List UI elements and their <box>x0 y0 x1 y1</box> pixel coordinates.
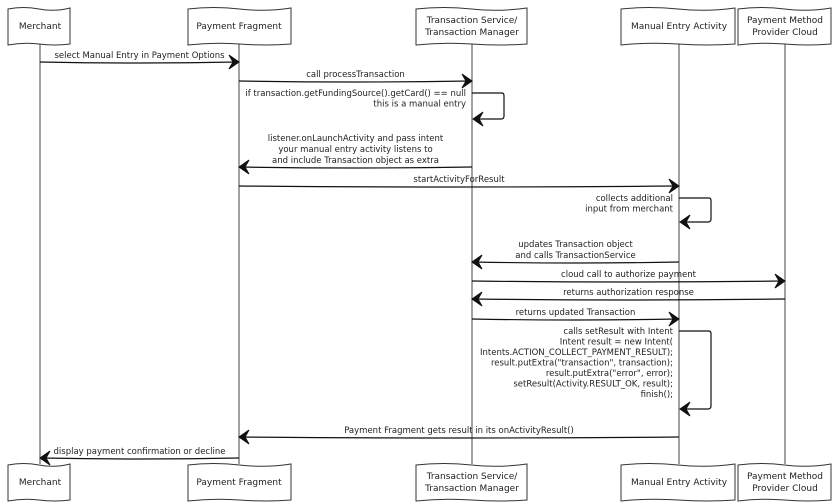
participant-label: Manual Entry Activity <box>631 22 728 32</box>
participant-label: Payment Fragment <box>196 22 282 32</box>
message-line <box>39 61 238 64</box>
message-3: if transaction.getFundingSource().getCar… <box>245 89 505 127</box>
participant-merchant-top: Merchant <box>7 7 71 46</box>
message-line <box>41 457 240 460</box>
sequence-diagram: Merchant Merchant Payment Fragment Payment … <box>7 7 832 502</box>
participant-label: Provider Cloud <box>752 484 818 494</box>
message-label: if transaction.getFundingSource().getCar… <box>245 89 466 99</box>
message-10: returns updated Transaction <box>471 308 680 327</box>
message-line <box>471 318 678 321</box>
participant-cloud-bottom: Payment Method Provider Cloud <box>737 463 832 502</box>
message-label: your manual entry activity listens to <box>278 145 432 155</box>
message-label: display payment confirmation or decline <box>54 447 226 457</box>
message-5: startActivityForResult <box>238 175 680 194</box>
participant-label: Payment Method <box>747 16 823 26</box>
message-label: listener.onLaunchActivity and pass inten… <box>268 134 444 144</box>
message-label: cloud call to authorize payment <box>561 270 697 280</box>
message-label: returns updated Transaction <box>516 308 636 318</box>
message-line <box>240 166 473 169</box>
message-2: call processTransaction <box>238 70 473 89</box>
participant-service-top: Transaction Service/Transaction Manager <box>415 7 528 46</box>
message-label: input from merchant <box>585 205 674 215</box>
message-line <box>473 298 786 301</box>
self-message-line <box>472 92 505 120</box>
participant-label: Transaction Manager <box>424 28 519 38</box>
participant-label: Manual Entry Activity <box>631 478 728 488</box>
participant-service-bottom: Transaction Service/Transaction Manager <box>415 463 528 502</box>
message-line <box>473 261 680 264</box>
message-label: finish(); <box>641 390 673 400</box>
message-label: Payment Fragment gets result in its onAc… <box>344 426 574 436</box>
participant-label: Payment Fragment <box>196 478 282 488</box>
participant-fragment-top: Payment Fragment <box>187 7 292 46</box>
message-8: cloud call to authorize payment <box>471 270 786 289</box>
message-4: listener.onLaunchActivity and pass inten… <box>238 134 473 175</box>
participant-label: Transaction Service/ <box>426 472 519 482</box>
message-label: calls setResult with Intent <box>563 327 673 337</box>
message-label: collects additional <box>596 194 673 204</box>
message-label: returns authorization response <box>563 288 694 298</box>
self-message-line <box>679 330 712 410</box>
message-12: Payment Fragment gets result in its onAc… <box>238 426 680 445</box>
message-label: startActivityForResult <box>413 175 505 185</box>
participant-label: Provider Cloud <box>752 28 818 38</box>
self-message-line <box>679 197 712 223</box>
message-label: and calls TransactionService <box>515 251 635 261</box>
participant-cloud-top: Payment Method Provider Cloud <box>737 7 832 46</box>
message-label: updates Transaction object <box>518 240 633 250</box>
participant-box <box>737 463 832 502</box>
message-label: this is a manual entry <box>373 100 466 110</box>
participant-label: Transaction Service/ <box>426 16 519 26</box>
message-label: and include Transaction object as extra <box>272 156 439 166</box>
message-11: calls setResult with IntentIntent result… <box>480 327 712 417</box>
message-label: select Manual Entry in Payment Options <box>54 51 225 61</box>
participant-activity-top: Manual Entry Activity <box>620 7 736 46</box>
participant-activity-bottom: Manual Entry Activity <box>620 463 736 502</box>
message-line <box>238 80 471 83</box>
participant-label: Payment Method <box>747 472 823 482</box>
message-label: call processTransaction <box>306 70 405 80</box>
participant-box <box>737 7 832 46</box>
message-6: collects additionalinput from merchant <box>585 194 712 230</box>
participant-box <box>415 7 528 46</box>
message-13: display payment confirmation or decline <box>39 447 240 466</box>
message-7: updates Transaction objectand calls Tran… <box>471 240 680 270</box>
participant-fragment-bottom: Payment Fragment <box>187 463 292 502</box>
message-9: returns authorization response <box>471 288 786 307</box>
message-label: result.putExtra("error", error); <box>546 369 673 379</box>
participant-box <box>415 463 528 502</box>
participant-label: Transaction Manager <box>424 484 519 494</box>
message-label: Intent result = new Intent( <box>560 338 673 348</box>
message-label: setResult(Activity.RESULT_OK, result); <box>513 380 673 390</box>
participant-label: Merchant <box>19 22 62 32</box>
participant-label: Merchant <box>19 478 62 488</box>
message-label: result.putExtra("transaction", transacti… <box>491 359 673 369</box>
message-line <box>240 436 680 439</box>
message-label: Intents.ACTION_COLLECT_PAYMENT_RESULT); <box>480 348 673 358</box>
participant-merchant-bottom: Merchant <box>7 463 71 502</box>
message-1: select Manual Entry in Payment Options <box>39 51 240 70</box>
message-line <box>238 185 678 188</box>
message-line <box>471 280 784 283</box>
